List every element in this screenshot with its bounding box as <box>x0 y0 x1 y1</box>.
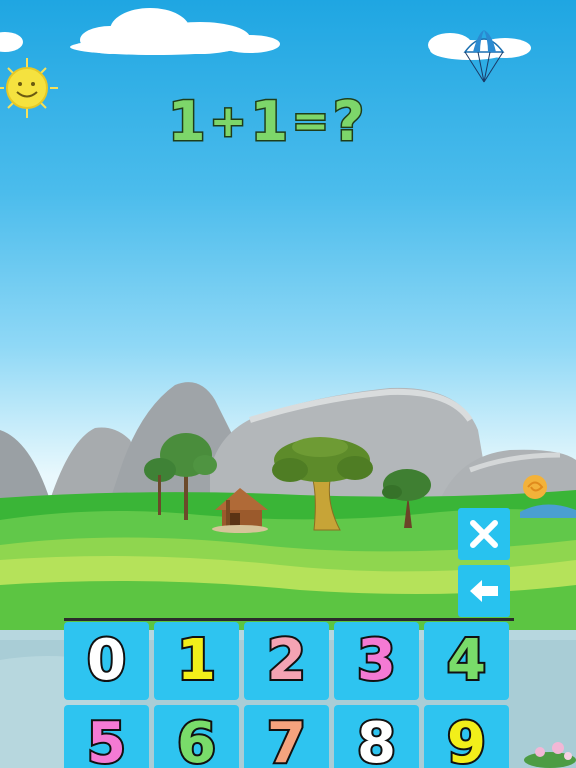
digit-label: 1 <box>175 628 218 693</box>
operand-a: 1 <box>167 90 208 153</box>
game-stage: 1 + 1 = ? 0123456789 <box>0 0 576 768</box>
digit-label: 0 <box>85 628 128 693</box>
answer-placeholder: ? <box>331 90 367 153</box>
equation: 1 + 1 = ? <box>167 90 367 154</box>
cloud <box>0 32 23 52</box>
cloud <box>70 8 280 55</box>
equals-sign: = <box>291 96 331 147</box>
clear-button[interactable] <box>458 508 510 560</box>
digit-key-4[interactable]: 4 <box>424 622 509 700</box>
plus-operator: + <box>208 96 249 147</box>
digit-label: 3 <box>355 628 398 693</box>
digit-label: 6 <box>175 711 218 768</box>
digit-key-1[interactable]: 1 <box>154 622 239 700</box>
backspace-button[interactable] <box>458 565 510 617</box>
digit-key-3[interactable]: 3 <box>334 622 419 700</box>
digit-key-2[interactable]: 2 <box>244 622 329 700</box>
digit-label: 4 <box>445 628 488 693</box>
number-keypad: 01234 56789 <box>64 622 514 768</box>
digit-label: 8 <box>355 711 398 768</box>
digit-key-9[interactable]: 9 <box>424 705 509 768</box>
digit-label: 9 <box>445 711 488 768</box>
arrow-left-icon <box>470 580 498 602</box>
close-icon <box>470 520 498 548</box>
digit-label: 7 <box>265 711 308 768</box>
mountains <box>0 382 576 500</box>
keypad-divider <box>64 618 514 621</box>
digit-key-5[interactable]: 5 <box>64 705 149 768</box>
digit-label: 2 <box>265 628 308 693</box>
sun-icon <box>0 58 58 118</box>
digit-key-6[interactable]: 6 <box>154 705 239 768</box>
digit-key-0[interactable]: 0 <box>64 622 149 700</box>
digit-label: 5 <box>85 711 128 768</box>
digit-key-7[interactable]: 7 <box>244 705 329 768</box>
operand-b: 1 <box>249 90 291 153</box>
digit-key-8[interactable]: 8 <box>334 705 419 768</box>
